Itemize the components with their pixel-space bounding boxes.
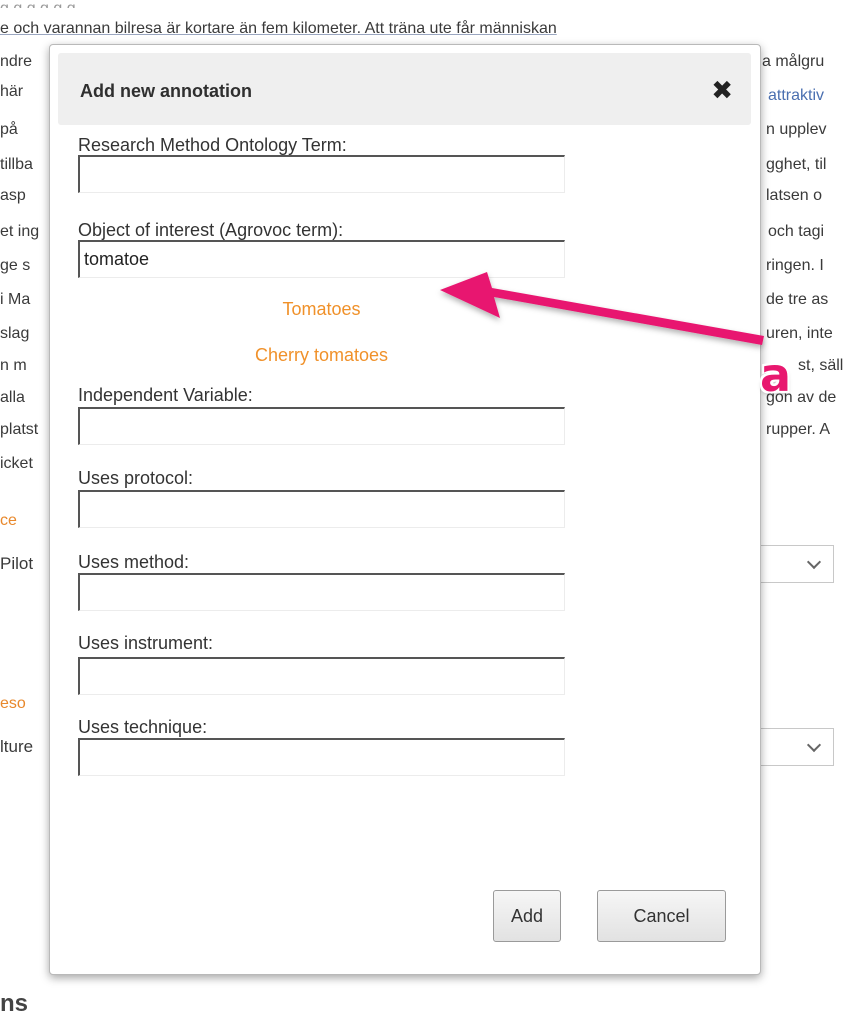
object-of-interest-label: Object of interest (Agrovoc term): xyxy=(78,220,344,240)
bg-paragraph-top-line: e och varannan bilresa är kortare än fem… xyxy=(0,20,557,37)
bg-right-fragment: a målgru xyxy=(762,53,825,70)
uses-method-input[interactable] xyxy=(78,573,565,611)
bg-select-value: Pilot xyxy=(0,554,34,573)
bg-left-fragment: platst xyxy=(0,421,39,438)
autocomplete-suggestion-cherry-tomatoes[interactable]: Cherry tomatoes xyxy=(78,345,565,366)
object-of-interest-input[interactable] xyxy=(78,240,565,278)
bg-right-fragment: ringen. I xyxy=(766,257,824,274)
bg-right-fragment: och tagi xyxy=(768,223,825,240)
dialog-header: Add new annotation ✖ xyxy=(58,53,751,125)
bg-left-fragment: i Ma xyxy=(0,291,31,308)
bg-left-fragment: asp xyxy=(0,187,26,204)
bg-field-label: eso xyxy=(0,695,26,712)
bg-right-fragment: de tre as xyxy=(766,291,829,308)
uses-method-label: Uses method: xyxy=(78,552,190,572)
callout-label: a xyxy=(760,348,792,402)
research-method-term-input[interactable] xyxy=(78,155,565,193)
bg-left-fragment: ge s xyxy=(0,257,31,274)
uses-protocol-label: Uses protocol: xyxy=(78,468,194,488)
bg-left-fragment: n m xyxy=(0,357,27,374)
uses-protocol-input[interactable] xyxy=(78,490,565,528)
bg-right-fragment: attraktiv xyxy=(768,87,825,104)
bg-left-fragment: et ing xyxy=(0,223,40,240)
bg-right-fragment: n upplev xyxy=(766,121,827,138)
bg-left-fragment: icket xyxy=(0,455,33,472)
bg-left-fragment: här xyxy=(0,83,24,100)
autocomplete-suggestion-tomatoes[interactable]: Tomatoes xyxy=(78,299,565,320)
bg-left-fragment: på xyxy=(0,121,18,138)
bg-select-value: lture xyxy=(0,737,34,756)
bg-clipped-text: g g g g g g xyxy=(0,0,76,8)
bg-field-label: ce xyxy=(0,512,17,529)
bg-right-fragment: st, säll xyxy=(798,357,844,374)
bg-left-fragment: ndre xyxy=(0,53,33,70)
add-button[interactable]: Add xyxy=(493,890,561,942)
add-annotation-dialog: Add new annotation ✖ Research Method Ont… xyxy=(49,44,761,975)
bg-right-fragment: uren, inte xyxy=(766,325,833,342)
bg-right-fragment: gghet, til xyxy=(766,156,827,173)
dialog-title: Add new annotation xyxy=(80,81,252,101)
bg-right-fragment: latsen o xyxy=(766,187,823,204)
uses-technique-input[interactable] xyxy=(78,738,565,776)
research-method-term-label: Research Method Ontology Term: xyxy=(78,135,347,155)
cancel-button[interactable]: Cancel xyxy=(597,890,726,942)
uses-instrument-input[interactable] xyxy=(78,657,565,695)
bg-left-fragment: alla xyxy=(0,389,25,406)
bg-select-dropdown[interactable] xyxy=(760,728,834,766)
chevron-down-icon xyxy=(806,737,822,753)
bg-left-fragment: slag xyxy=(0,325,30,342)
uses-technique-label: Uses technique: xyxy=(78,717,208,737)
uses-instrument-label: Uses instrument: xyxy=(78,633,214,653)
close-icon[interactable]: ✖ xyxy=(711,77,733,103)
bg-section-heading: ns xyxy=(0,990,29,1017)
bg-select-dropdown[interactable] xyxy=(760,545,834,583)
independent-variable-label: Independent Variable: xyxy=(78,385,253,405)
bg-right-fragment: rupper. A xyxy=(766,421,831,438)
chevron-down-icon xyxy=(806,554,822,570)
bg-left-fragment: tillba xyxy=(0,156,33,173)
independent-variable-input[interactable] xyxy=(78,407,565,445)
